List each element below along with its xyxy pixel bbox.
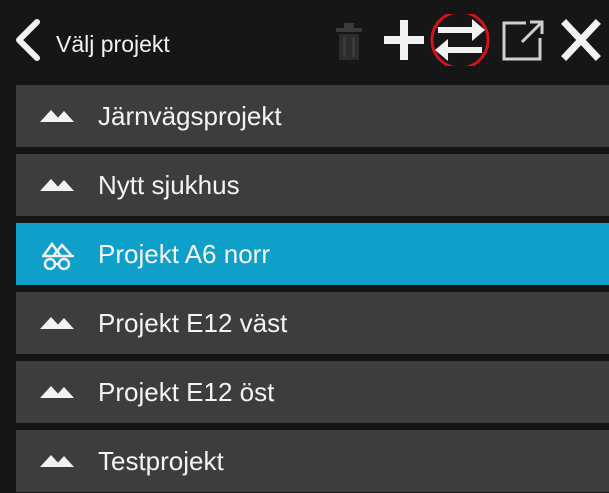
project-name: Projekt E12 öst	[98, 377, 275, 407]
close-button[interactable]	[558, 14, 604, 66]
project-name: Järnvägsprojekt	[98, 101, 282, 131]
close-icon	[561, 19, 601, 61]
project-picker-screen: Välj projekt Järnvägsprojekt Nytt sjukhu…	[0, 0, 609, 493]
plus-icon	[384, 20, 424, 60]
chevron-left-icon[interactable]	[8, 18, 48, 62]
project-row[interactable]: Projekt E12 öst	[16, 361, 609, 423]
project-name: Projekt E12 väst	[98, 308, 288, 338]
mountain-icon	[40, 386, 74, 398]
project-name: Projekt A6 norr	[98, 239, 270, 269]
surveyor-icon	[42, 241, 74, 270]
project-row[interactable]: Projekt E12 väst	[16, 292, 609, 354]
project-list: Järnvägsprojekt Nytt sjukhus Projekt A6 …	[16, 85, 609, 493]
project-name: Testprojekt	[98, 446, 224, 476]
project-row-selected[interactable]: Projekt A6 norr	[16, 223, 609, 285]
switch-arrows-icon	[435, 19, 485, 61]
mountain-icon	[40, 110, 74, 122]
add-project-button[interactable]	[381, 14, 427, 66]
project-row[interactable]: Testprojekt	[16, 430, 609, 492]
open-external-button[interactable]	[500, 14, 546, 66]
trash-icon	[336, 23, 362, 60]
open-external-icon	[502, 20, 544, 61]
toolbar: Välj projekt	[0, 0, 609, 80]
switch-project-button[interactable]	[428, 14, 492, 66]
project-row[interactable]: Järnvägsprojekt	[16, 85, 609, 147]
project-row[interactable]: Nytt sjukhus	[16, 154, 609, 216]
page-title: Välj projekt	[56, 31, 170, 57]
mountain-icon	[40, 179, 74, 191]
project-name: Nytt sjukhus	[98, 170, 240, 200]
mountain-icon	[40, 455, 74, 467]
mountain-icon	[40, 317, 74, 329]
